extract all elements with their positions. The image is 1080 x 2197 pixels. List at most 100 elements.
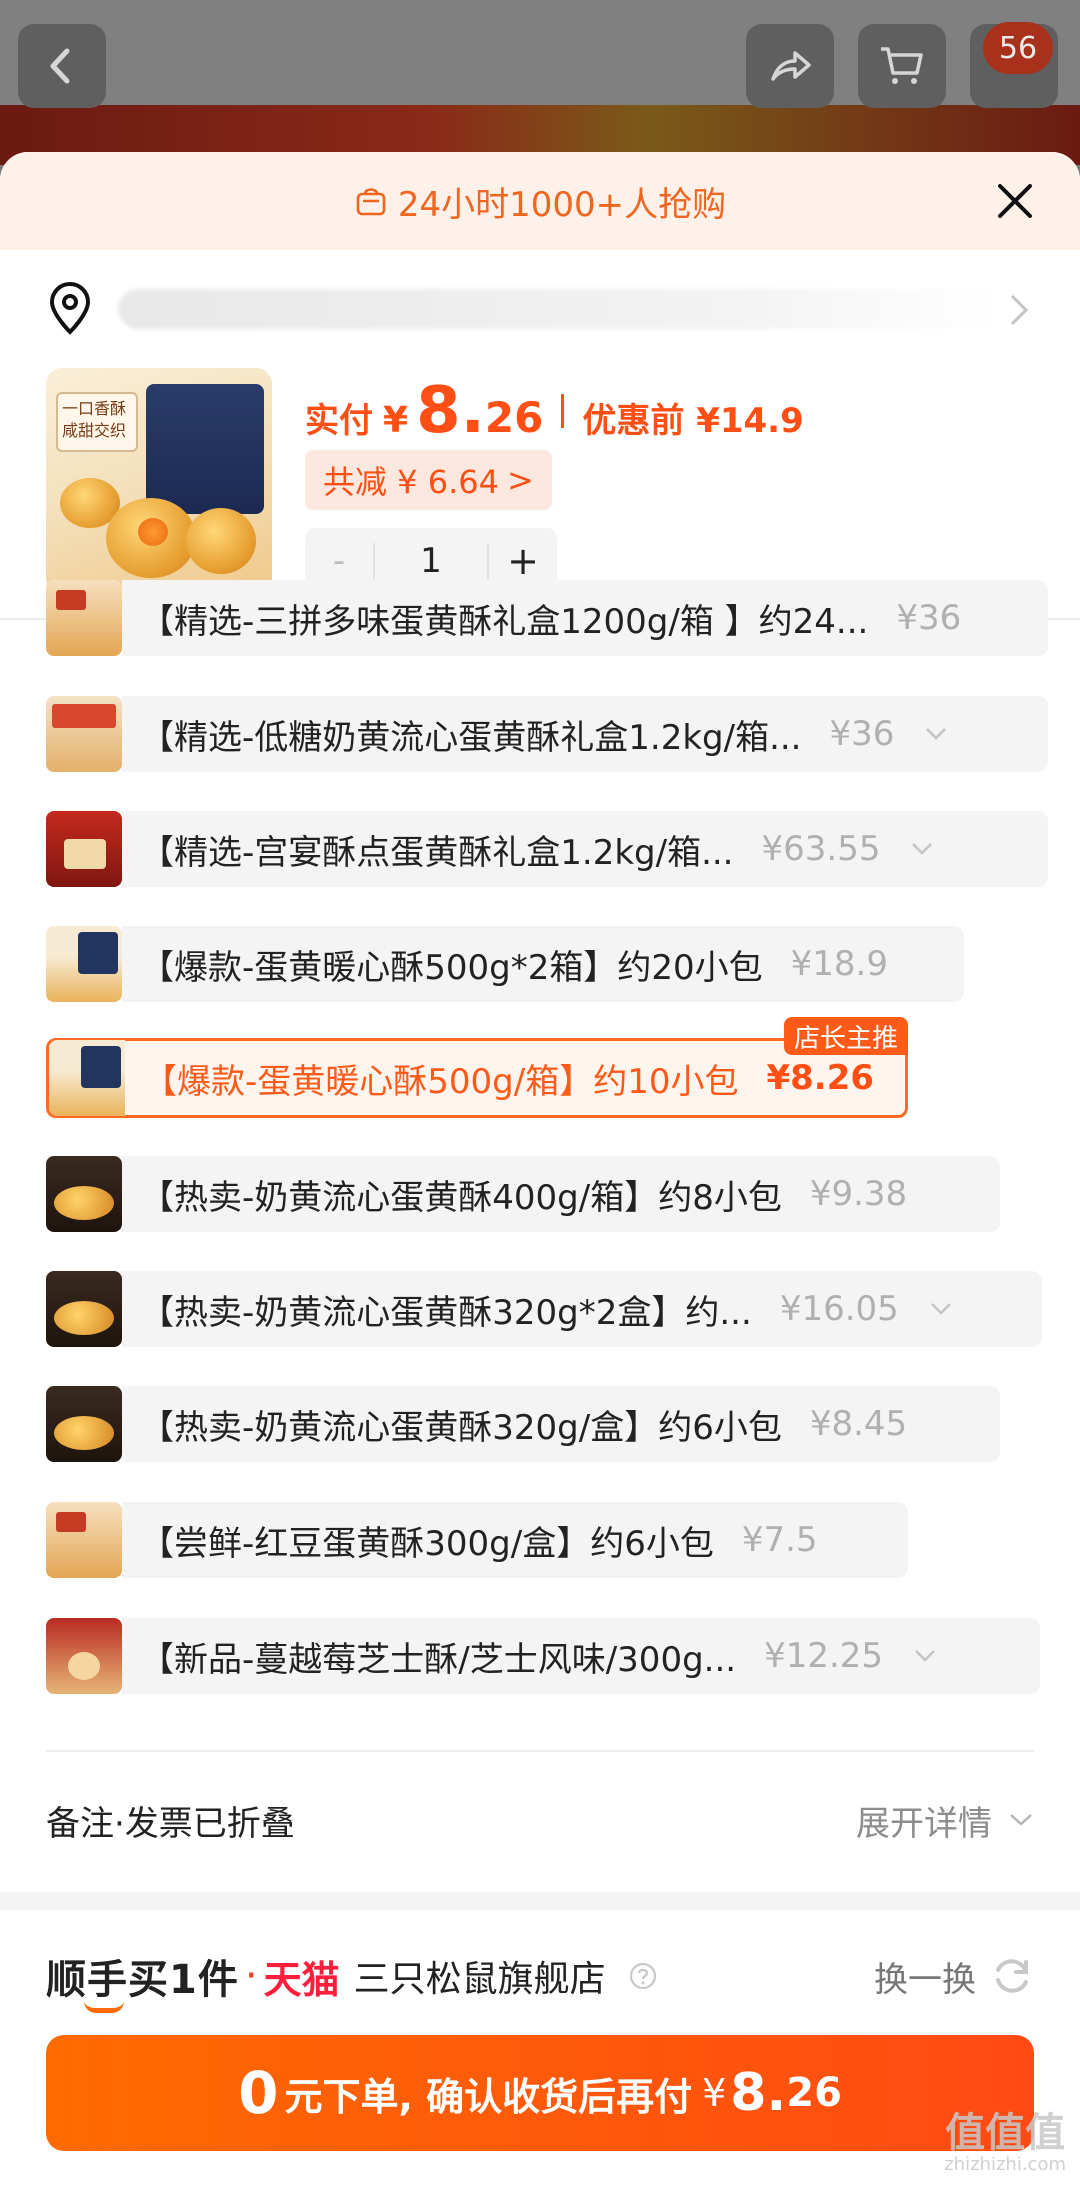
hot-sale-bar: 24小时1000+人抢购 (0, 152, 1080, 250)
chevron-right-icon (1010, 294, 1029, 326)
add-one-brand: 顺手买1件 (46, 1947, 239, 2013)
variant-name: 【精选-宫宴酥点蛋黄酥礼盒1.2kg/箱... (140, 832, 734, 873)
variant-thumbnail (46, 1618, 122, 1694)
product-image[interactable]: 一口香酥 咸甜交织 (46, 368, 272, 594)
variant-option[interactable]: 【新品-蔓越莓芝士酥/芝士风味/300g... ¥12.25 (46, 1618, 1040, 1694)
variant-option[interactable]: 【尝鲜-红豆蛋黄酥300g/盒】约6小包 ¥7.5 (46, 1502, 908, 1578)
variant-option[interactable]: 【热卖-奶黄流心蛋黄酥320g*2盒】约... ¥16.05 (46, 1271, 1042, 1347)
chevron-right-icon: > (506, 461, 534, 499)
place-order-button[interactable]: 0 元下单, 确认收货后再付 ¥ 8. 26 (46, 2035, 1034, 2151)
pastry-graphic (186, 508, 256, 574)
chevron-down-icon[interactable] (910, 841, 934, 857)
variant-option[interactable]: 【精选-低糖奶黄流心蛋黄酥礼盒1.2kg/箱... ¥36 (46, 696, 1048, 772)
variant-box: 【热卖-奶黄流心蛋黄酥320g*2盒】约... ¥16.05 (122, 1271, 1042, 1347)
variant-box: 【热卖-奶黄流心蛋黄酥400g/箱】约8小包 ¥9.38 (122, 1156, 1000, 1232)
expand-details-button[interactable]: 展开详情 (856, 1796, 1034, 1845)
variant-price: ¥9.38 (809, 1174, 908, 1214)
quantity-value[interactable]: 1 (373, 543, 489, 579)
price-line: 实付 ¥ 8. 26 优惠前 ¥14.9 (305, 374, 804, 448)
variant-option[interactable]: 【热卖-奶黄流心蛋黄酥320g/盒】约6小包 ¥8.45 (46, 1386, 1000, 1462)
purchase-sheet: 24小时1000+人抢购 一口香酥 咸甜交织 实付 ¥ 8. 26 优惠前 ¥1… (0, 152, 1080, 2197)
variant-name: 【爆款-蛋黄暖心酥500g/箱】约10小包 (143, 1061, 739, 1102)
variant-price: ¥16.05 (779, 1289, 899, 1329)
variant-thumbnail (49, 1040, 125, 1116)
variant-name: 【精选-三拼多味蛋黄酥礼盒1200g/箱 】约24... (140, 601, 869, 642)
variant-thumbnail (46, 1386, 122, 1462)
variant-price: ¥36 (896, 598, 962, 638)
remarks-invoice-row[interactable]: 备注·发票已折叠 展开详情 (0, 1750, 1080, 1890)
variant-option[interactable]: 【精选-三拼多味蛋黄酥礼盒1200g/箱 】约24... ¥36 (46, 580, 1048, 656)
shop-name[interactable]: 三只松鼠旗舰店 (354, 1950, 606, 2002)
swap-button[interactable]: 换一换 (874, 1952, 1034, 2001)
variant-option-selected[interactable]: 【爆款-蛋黄暖心酥500g/箱】约10小包 ¥8.26 店长主推 (46, 1017, 908, 1118)
shop-row: 顺手买1件 · 天猫 三只松鼠旗舰店 换一换 (0, 1936, 1080, 2016)
variant-thumbnail (46, 926, 122, 1002)
variant-name: 【新品-蔓越莓芝士酥/芝士风味/300g... (140, 1639, 737, 1680)
discount-text: 共减 ¥ 6.64 (323, 463, 499, 501)
variant-name: 【热卖-奶黄流心蛋黄酥320g*2盒】约... (140, 1292, 752, 1333)
variant-price: ¥8.26 (766, 1058, 875, 1098)
variant-thumbnail (46, 696, 122, 772)
discount-detail-button[interactable]: 共减 ¥ 6.64 > (305, 450, 552, 510)
increase-button[interactable]: + (489, 539, 557, 583)
variant-thumbnail (46, 1502, 122, 1578)
chevron-down-icon[interactable] (929, 1301, 953, 1317)
variant-list: 【精选-三拼多味蛋黄酥礼盒1200g/箱 】约24... ¥36 【精选-低糖奶… (0, 580, 1080, 1750)
hot-sale-text: 24小时1000+人抢购 (354, 177, 726, 226)
variant-box: 【精选-低糖奶黄流心蛋黄酥礼盒1.2kg/箱... ¥36 (122, 696, 1048, 772)
cta-amount: 8. (730, 2063, 787, 2123)
brand-smile-mark (84, 2001, 124, 2013)
refresh-icon (996, 1959, 1028, 1993)
decrease-button[interactable]: - (305, 541, 373, 581)
expand-details-label: 展开详情 (856, 1803, 992, 1844)
variant-box: 【尝鲜-红豆蛋黄酥300g/盒】约6小包 ¥7.5 (122, 1502, 908, 1578)
currency-symbol: ¥ (383, 400, 409, 441)
product-image-tag: 一口香酥 咸甜交织 (56, 392, 138, 452)
yolk-graphic (138, 518, 168, 546)
back-button[interactable] (18, 24, 106, 108)
chevron-down-icon[interactable] (924, 726, 948, 742)
tmall-label: 天猫 (263, 1957, 340, 2002)
variant-price: ¥7.5 (741, 1520, 818, 1560)
cta-zero: 0 (238, 2059, 279, 2127)
watermark: 值值值 zhizhizhi.com (944, 2112, 1066, 2176)
separator-dot: · (244, 1953, 258, 1999)
variant-price: ¥63.55 (761, 829, 881, 869)
remarks-invoice-label: 备注·发票已折叠 (46, 1803, 295, 1844)
cta-currency: ¥ (702, 2071, 727, 2115)
add-one-brand-text: 顺手买1件 (46, 1957, 239, 2003)
help-icon[interactable] (628, 1961, 658, 1991)
watermark-sub: zhizhizhi.com (944, 2154, 1066, 2175)
back-icon (50, 48, 70, 84)
variant-thumbnail (46, 580, 122, 656)
divider (46, 1750, 1034, 1752)
hot-sale-label: 24小时1000+人抢购 (397, 184, 727, 225)
variant-box: 【热卖-奶黄流心蛋黄酥320g/盒】约6小包 ¥8.45 (122, 1386, 1000, 1462)
address-redacted (118, 289, 998, 329)
price-integer: 8. (416, 374, 485, 448)
cta-amount-decimal: 26 (786, 2070, 842, 2116)
cart-icon (881, 47, 923, 84)
variant-name: 【精选-低糖奶黄流心蛋黄酥礼盒1.2kg/箱... (140, 717, 802, 758)
price-separator (561, 394, 565, 428)
variant-box: 【新品-蔓越莓芝士酥/芝士风味/300g... ¥12.25 (122, 1618, 1040, 1694)
swap-label: 换一换 (874, 1959, 976, 2000)
variant-name: 【热卖-奶黄流心蛋黄酥320g/盒】约6小包 (140, 1407, 782, 1448)
variant-option[interactable]: 【热卖-奶黄流心蛋黄酥400g/箱】约8小包 ¥9.38 (46, 1156, 1000, 1232)
product-package-graphic (146, 384, 264, 514)
share-button[interactable] (746, 24, 834, 108)
recommended-badge: 店长主推 (783, 1017, 908, 1055)
variant-price: ¥18.9 (790, 944, 888, 984)
variant-option[interactable]: 【精选-宫宴酥点蛋黄酥礼盒1.2kg/箱... ¥63.55 (46, 811, 1048, 887)
chevron-down-icon[interactable] (913, 1648, 937, 1664)
cta-text: 元下单, 确认收货后再付 (284, 2074, 693, 2119)
cart-button[interactable] (858, 24, 946, 108)
variant-name: 【爆款-蛋黄暖心酥500g*2箱】约20小包 (140, 947, 763, 988)
variant-name: 【尝鲜-红豆蛋黄酥300g/盒】约6小包 (140, 1523, 714, 1564)
variant-thumbnail (46, 1271, 122, 1347)
address-row[interactable] (0, 250, 1080, 368)
variant-option[interactable]: 【爆款-蛋黄暖心酥500g*2箱】约20小包 ¥18.9 (46, 926, 964, 1002)
close-icon (998, 184, 1032, 218)
close-button[interactable] (990, 176, 1040, 226)
variant-box: 【爆款-蛋黄暖心酥500g*2箱】约20小包 ¥18.9 (122, 926, 964, 1002)
